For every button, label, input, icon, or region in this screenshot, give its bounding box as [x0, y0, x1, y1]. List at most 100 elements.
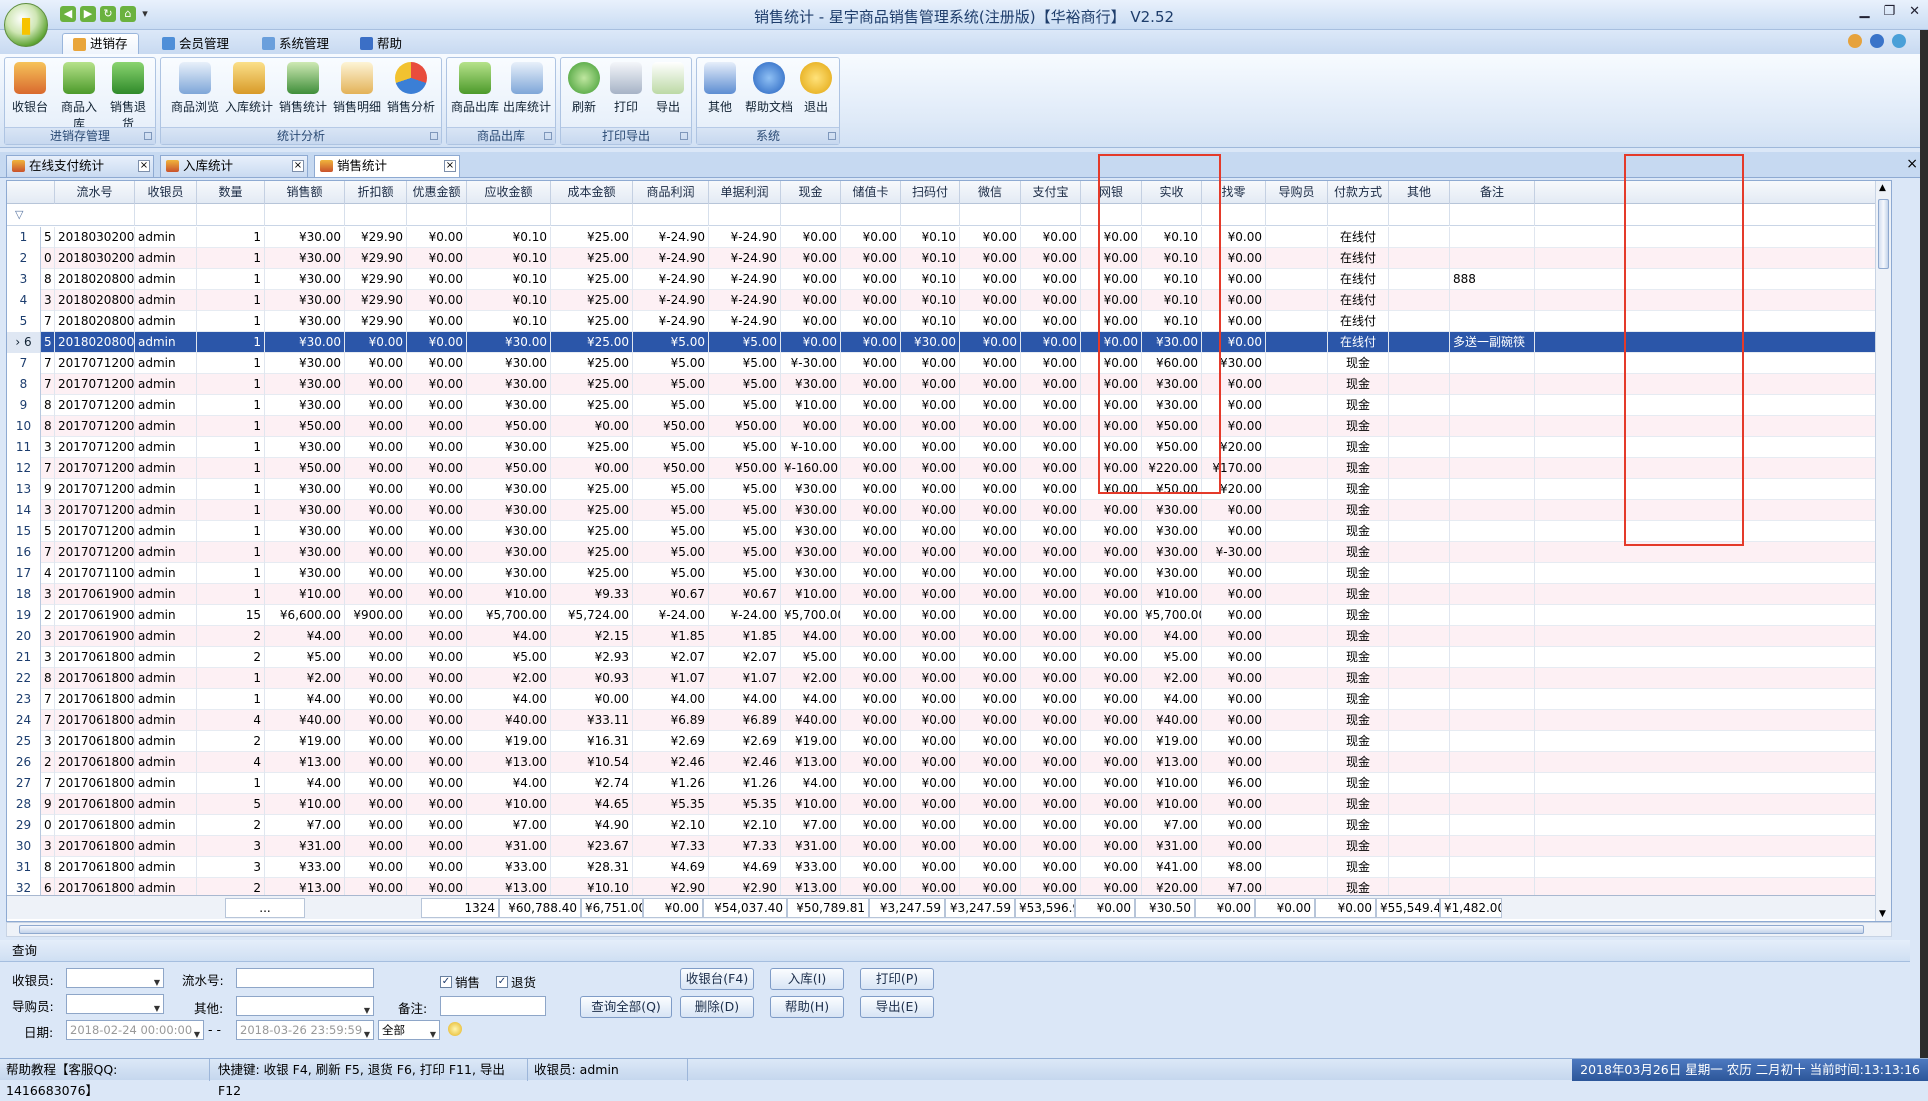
filter-cell[interactable]: [1389, 204, 1450, 226]
table-row[interactable]: 203201706190001admin2¥4.00¥0.00¥0.00¥4.0…: [7, 626, 1891, 647]
filter-cell[interactable]: [551, 204, 633, 226]
table-row[interactable]: 290201706180035admin2¥7.00¥0.00¥0.00¥7.0…: [7, 815, 1891, 836]
filter-cell[interactable]: [265, 204, 345, 226]
doc-tab-stock-in-stats[interactable]: 入库统计 ×: [160, 155, 308, 177]
table-row[interactable]: 155201707120002admin1¥30.00¥0.00¥0.00¥30…: [7, 521, 1891, 542]
filter-cell[interactable]: [197, 204, 265, 226]
column-header[interactable]: 单据利润: [709, 181, 781, 204]
table-row[interactable]: 139201707120004admin1¥30.00¥0.00¥0.00¥30…: [7, 479, 1891, 500]
doc-tab-sales-stats[interactable]: 销售统计 ×: [314, 155, 460, 177]
column-header[interactable]: 付款方式: [1328, 181, 1389, 204]
filter-cell[interactable]: [841, 204, 901, 226]
table-row[interactable]: 127201707120005admin1¥50.00¥0.00¥0.00¥50…: [7, 458, 1891, 479]
table-row[interactable]: 262201706180038admin4¥13.00¥0.00¥0.00¥13…: [7, 752, 1891, 773]
scroll-up-icon[interactable]: ▲: [1879, 183, 1886, 193]
table-row[interactable]: 192201706190002admin15¥6,600.00¥900.00¥0…: [7, 605, 1891, 626]
table-row[interactable]: 213201706180044admin2¥5.00¥0.00¥0.00¥5.0…: [7, 647, 1891, 668]
column-header[interactable]: 数量: [197, 181, 265, 204]
print-button[interactable]: 打印: [605, 62, 647, 115]
column-header[interactable]: 备注: [1450, 181, 1535, 204]
other-button[interactable]: 其他: [699, 62, 741, 115]
print-query-button[interactable]: 打印(P): [860, 968, 934, 990]
table-row[interactable]: 98201707120008admin1¥30.00¥0.00¥0.00¥30.…: [7, 395, 1891, 416]
tab-system[interactable]: 系统管理: [252, 33, 339, 54]
column-header[interactable]: 优惠金额: [407, 181, 467, 204]
serial-input[interactable]: [236, 968, 374, 988]
settings-icon[interactable]: [448, 1022, 462, 1036]
filter-icon[interactable]: ▽: [15, 208, 23, 221]
filter-cell[interactable]: [901, 204, 960, 226]
close-button[interactable]: ✕: [1909, 4, 1920, 19]
help-query-button[interactable]: 帮助(H): [770, 996, 844, 1018]
column-header[interactable]: 销售额: [265, 181, 345, 204]
sales-checkbox[interactable]: ✓ 销售: [440, 972, 480, 991]
doc-tab-online-payment[interactable]: 在线支付统计 ×: [6, 155, 154, 177]
expand-icon[interactable]: [680, 132, 688, 140]
vertical-scrollbar[interactable]: ▲ ▼: [1875, 181, 1891, 921]
filter-cell[interactable]: [709, 204, 781, 226]
skin-icon[interactable]: [1892, 34, 1906, 48]
table-row[interactable]: 38201802080004admin1¥30.00¥29.90¥0.00¥0.…: [7, 269, 1891, 290]
filter-row[interactable]: ▽: [7, 204, 1891, 226]
filter-cell[interactable]: [1450, 204, 1535, 226]
cashier-select[interactable]: ▼: [66, 968, 164, 988]
filter-cell[interactable]: [135, 204, 197, 226]
date-from-picker[interactable]: 2018-02-24 00:00:00 ▼: [66, 1020, 204, 1040]
table-row[interactable]: 183201706190003admin1¥10.00¥0.00¥0.00¥10…: [7, 584, 1891, 605]
help-doc-button[interactable]: 帮助文档: [741, 62, 797, 115]
column-header[interactable]: 导购员: [1266, 181, 1328, 204]
table-row[interactable]: 318201706180033admin3¥33.00¥0.00¥0.00¥33…: [7, 857, 1891, 878]
expand-icon[interactable]: [144, 132, 152, 140]
table-row[interactable]: 247201706180040admin4¥40.00¥0.00¥0.00¥40…: [7, 710, 1891, 731]
column-header[interactable]: 商品利润: [633, 181, 709, 204]
sales-stats-button[interactable]: 销售统计: [275, 62, 331, 115]
sales-analysis-button[interactable]: 销售分析: [383, 62, 439, 115]
expand-icon[interactable]: [828, 132, 836, 140]
table-row[interactable]: 228201706180043admin1¥2.00¥0.00¥0.00¥2.0…: [7, 668, 1891, 689]
delete-button[interactable]: 删除(D): [680, 996, 754, 1018]
stock-out-stats-button[interactable]: 出库统计: [501, 62, 553, 115]
column-header[interactable]: 扫码付: [901, 181, 960, 204]
column-header[interactable]: 实收: [1142, 181, 1202, 204]
column-header[interactable]: 其他: [1389, 181, 1450, 204]
table-row[interactable]: 108201707120007admin1¥50.00¥0.00¥0.00¥50…: [7, 416, 1891, 437]
column-header[interactable]: 找零: [1202, 181, 1266, 204]
export-button[interactable]: 导出: [647, 62, 689, 115]
filter-cell[interactable]: [467, 204, 551, 226]
app-menu-button[interactable]: ▮: [4, 3, 48, 47]
close-icon[interactable]: ×: [138, 160, 150, 172]
export-query-button[interactable]: 导出(E): [860, 996, 934, 1018]
close-icon[interactable]: ×: [292, 160, 304, 172]
filter-cell[interactable]: [960, 204, 1021, 226]
table-row[interactable]: 174201707110001admin1¥30.00¥0.00¥0.00¥30…: [7, 563, 1891, 584]
table-row[interactable]: › 65201802080001admin1¥30.00¥0.00¥0.00¥3…: [7, 332, 1891, 353]
filter-cell[interactable]: [1142, 204, 1202, 226]
column-header[interactable]: 支付宝: [1021, 181, 1081, 204]
scroll-thumb[interactable]: [1878, 199, 1889, 269]
filter-cell[interactable]: [781, 204, 841, 226]
column-header[interactable]: 流水号: [55, 181, 135, 204]
exit-button[interactable]: 退出: [795, 62, 837, 115]
filter-cell[interactable]: [55, 204, 135, 226]
scroll-thumb[interactable]: [19, 925, 1864, 934]
restore-button[interactable]: ❐: [1883, 4, 1895, 19]
stock-in-button[interactable]: 商品入库: [56, 62, 102, 132]
sales-return-button[interactable]: 销售退货: [105, 62, 151, 132]
column-header[interactable]: 收银员: [135, 181, 197, 204]
filter-cell[interactable]: [1266, 204, 1328, 226]
table-row[interactable]: 57201802080002admin1¥30.00¥29.90¥0.00¥0.…: [7, 311, 1891, 332]
pos-button[interactable]: 收银台(F4): [680, 968, 754, 990]
table-row[interactable]: 113201707120006admin1¥30.00¥0.00¥0.00¥30…: [7, 437, 1891, 458]
column-header[interactable]: 网银: [1081, 181, 1142, 204]
filter-cell[interactable]: [345, 204, 407, 226]
table-row[interactable]: 237201706180042admin1¥4.00¥0.00¥0.00¥4.0…: [7, 689, 1891, 710]
table-row[interactable]: 15201803020002admin1¥30.00¥29.90¥0.00¥0.…: [7, 227, 1891, 248]
stock-in-query-button[interactable]: 入库(I): [770, 968, 844, 990]
filter-cell[interactable]: [633, 204, 709, 226]
minimize-button[interactable]: ▁: [1859, 4, 1869, 19]
table-row[interactable]: 87201707120009admin1¥30.00¥0.00¥0.00¥30.…: [7, 374, 1891, 395]
column-header[interactable]: 成本金额: [551, 181, 633, 204]
date-range-select[interactable]: 全部 ▼: [378, 1020, 440, 1040]
cart-icon[interactable]: [1848, 34, 1862, 48]
table-row[interactable]: 43201802080003admin1¥30.00¥29.90¥0.00¥0.…: [7, 290, 1891, 311]
